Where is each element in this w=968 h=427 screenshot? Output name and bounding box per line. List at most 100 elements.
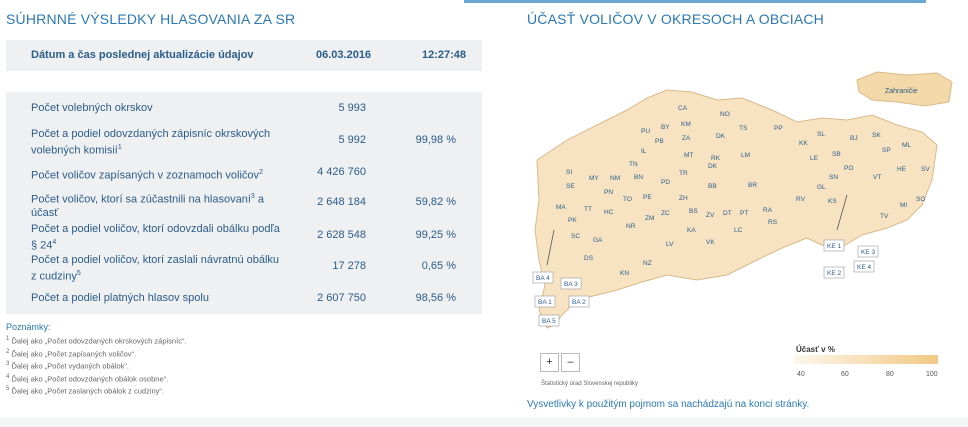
row-value: 2 607 750 [317,292,366,304]
district-label: SE [566,183,575,190]
district-label: CA [678,105,688,112]
district-label: ZA [682,135,691,142]
district-label: KE 1 [827,243,841,250]
results-table: Počet volebných okrskov 5 993 Počet a po… [6,92,482,314]
glossary-link[interactable]: Vysvetlivky k použitým pojmom sa nachádz… [527,399,809,410]
footnote-ref: 4 [52,239,57,246]
district-label: SN [829,174,838,181]
district-label: MI [900,202,907,209]
district-label: PK [568,217,577,224]
district-label: BA 4 [536,275,550,282]
district-label: SB [832,151,841,158]
row-percent: 99,98 % [415,134,456,146]
row-label: Počet voličov zapísaných v zoznamoch vol… [31,169,263,182]
row-label: Počet a podiel voličov, ktorí odovzdali … [31,223,280,252]
district-label: TO [623,196,632,203]
district-label: TT [584,206,592,213]
district-label: ZV [706,212,715,219]
row-label: Počet a podiel odovzdaných zápisníc okrs… [31,128,271,157]
summary-title: SÚHRNNÉ VÝSLEDKY HLASOVANIA ZA SR [6,11,296,27]
district-label: ZM [645,215,654,222]
abroad-label: Zahraničie [885,88,918,95]
turnout-map-title: ÚČASŤ VOLIČOV V OKRESOCH A OBCIACH [527,11,824,27]
row-value: 2 648 184 [317,196,366,208]
district-label: GL [817,184,826,191]
legend-tick: 60 [841,371,849,378]
district-label: BA 2 [572,299,586,306]
row-label: Počet a podiel platných hlasov spolu [31,292,209,304]
last-update-label: Dátum a čas poslednej aktualizácie údajo… [31,49,254,61]
district-label: SV [921,166,930,173]
district-label: PU [641,128,650,135]
district-label: TR [679,170,688,177]
district-label: DK [716,133,726,140]
note-item: 4 Ďalej ako „Počet odovzdaných obálok os… [6,373,169,384]
top-accent-line [464,0,926,3]
district-label: IL [641,148,647,155]
page-bottom-strip [0,417,968,427]
district-label: BA 3 [564,281,578,288]
district-label: KE 2 [827,270,841,277]
district-label: KA [687,227,696,234]
footnote-ref: 1 [117,144,122,151]
note-item: 2 Ďalej ako „Počet zapísaných voličov“. [6,348,137,359]
district-label: MT [684,152,693,159]
row-value: 2 628 548 [317,229,366,241]
note-item: 1 Ďalej ako „Počet odovzdaných okrskovýc… [6,336,187,346]
district-label: NR [626,223,636,230]
turnout-map[interactable]: Zahraničie CA NO BY KM DK TS PU PB ZA PP… [527,70,957,340]
legend-tick: 40 [797,371,805,378]
footnote-ref: 2 [259,169,263,176]
district-label: SI [566,169,572,176]
district-label: TN [629,161,638,168]
district-label: BJ [850,135,858,142]
district-label: BA 1 [538,299,552,306]
district-label: BR [748,182,757,189]
note-item: 3 Ďalej ako „Počet vydaných obálok“. [6,361,129,371]
row-value: 4 426 760 [317,166,366,178]
district-label: NZ [643,260,652,267]
district-label: BN [634,174,643,181]
row-percent: 99,25 % [415,229,456,241]
last-update-date: 06.03.2016 [316,49,372,61]
district-label: KS [828,198,837,205]
last-update-box: Dátum a čas poslednej aktualizácie údajo… [6,40,482,71]
row-percent: 98,56 % [415,292,456,304]
row-label: Počet volebných okrskov [31,102,153,114]
district-label: SP [882,147,891,154]
district-label: PO [844,165,853,172]
district-label: PP [774,125,783,132]
district-label: PD [661,179,670,186]
district-label: PT [740,210,748,217]
district-label: SO [916,196,925,203]
zoom-in-button[interactable]: + [540,353,559,372]
row-value: 5 993 [338,102,366,114]
district-label: SL [817,131,825,138]
district-label: RA [763,207,773,214]
district-label: DS [584,255,594,262]
row-label: Počet voličov, ktorí sa zúčastnili na hl… [31,193,264,219]
district-label: ML [902,142,911,149]
district-label: TV [880,213,889,220]
district-label: PE [643,194,652,201]
district-label: LC [734,227,743,234]
district-label: BB [708,183,717,190]
data-source: Štatistický úrad Slovenskej republiky [541,381,639,387]
district-label: NO [720,111,730,118]
row-percent: 0,65 % [421,260,456,272]
row-value: 17 278 [332,260,366,272]
district-label: SC [571,233,580,240]
district-label: VK [706,239,715,246]
zoom-out-button[interactable]: – [561,353,580,372]
district-label: TS [739,125,748,132]
district-label: HC [604,209,614,216]
footnote-ref: 5 [76,270,81,277]
note-item: 5 Ďalej ako „Počet zaslaných obálok z cu… [6,386,165,396]
district-label: ZC [661,210,670,217]
district-label: DT [723,210,732,217]
district-label: BA 5 [542,318,556,325]
district-label: ZH [679,195,688,202]
district-label: RV [796,196,806,203]
district-label: KN [620,270,629,277]
district-label: PB [655,138,664,145]
